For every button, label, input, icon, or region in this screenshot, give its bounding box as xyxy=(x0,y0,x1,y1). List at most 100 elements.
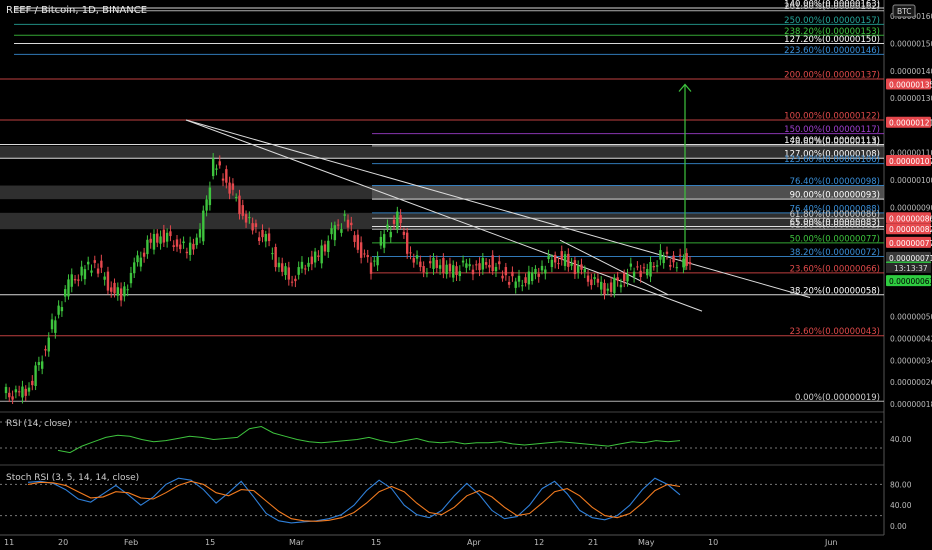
candle-body xyxy=(50,319,54,330)
price-tick-label: 0.00000018 xyxy=(890,400,932,409)
candle-body xyxy=(123,286,126,297)
zone-band xyxy=(0,145,884,159)
fib-level-label: 78.60%(0.00000113) xyxy=(790,137,880,147)
candle-body xyxy=(353,235,356,242)
currency-label: BTC xyxy=(897,7,912,16)
fib-level-label: 100.00%(0.00000122) xyxy=(784,111,880,121)
candle-body xyxy=(629,263,633,267)
candle-body xyxy=(484,262,488,265)
candle-body xyxy=(24,388,27,396)
candle-body xyxy=(415,255,419,259)
candle-body xyxy=(544,269,547,274)
candle-body xyxy=(304,268,307,270)
candle-body xyxy=(17,391,21,393)
candle-body xyxy=(534,268,537,274)
candle-body xyxy=(682,258,685,268)
candle-body xyxy=(504,267,508,276)
candle-body xyxy=(606,288,609,291)
candle-body xyxy=(340,229,343,233)
candle-body xyxy=(350,222,353,226)
candle-body xyxy=(80,266,83,276)
candle-body xyxy=(369,262,373,274)
candle-body xyxy=(409,252,412,254)
candle-body xyxy=(113,282,116,294)
candle-body xyxy=(537,273,540,277)
candle-body xyxy=(208,187,212,206)
candle-body xyxy=(626,274,629,282)
candle-body xyxy=(287,267,291,280)
candle-body xyxy=(379,236,383,246)
candle-body xyxy=(290,281,294,283)
candle-body xyxy=(475,264,478,266)
fib-level-label: 38.20%(0.00000058) xyxy=(790,286,880,296)
candle-body xyxy=(261,229,264,238)
candle-body xyxy=(162,229,166,243)
candle-body xyxy=(655,265,659,267)
candle-body xyxy=(63,289,67,297)
candle-body xyxy=(412,258,415,263)
candle-body xyxy=(119,288,123,301)
stoch-k-line xyxy=(27,477,681,524)
candle-body xyxy=(669,265,672,267)
candle-body xyxy=(103,276,106,280)
candle-body xyxy=(517,275,521,282)
candle-body xyxy=(47,337,50,352)
candle-body xyxy=(359,242,363,258)
candle-body xyxy=(448,263,452,272)
candle-body xyxy=(557,263,560,265)
candle-body xyxy=(274,246,277,268)
candle-body xyxy=(573,260,577,275)
candle-body xyxy=(402,231,406,235)
price-tag-label: 0.00000082 xyxy=(889,225,932,234)
candle-body xyxy=(146,239,149,255)
candle-body xyxy=(218,161,221,166)
fib-level-label: 61.80%(0.00000082) xyxy=(790,221,880,231)
time-tick-label: Feb xyxy=(124,538,138,547)
candle-body xyxy=(83,269,87,280)
candle-body xyxy=(382,234,386,248)
candle-body xyxy=(672,255,675,263)
price-tick-label: 0.00000026 xyxy=(890,378,932,387)
candle-body xyxy=(4,386,8,394)
candle-body xyxy=(254,223,258,227)
candle-body xyxy=(603,282,606,295)
candle-body xyxy=(320,245,323,264)
fib-level-label: 250.00%(0.00000157) xyxy=(784,16,880,26)
rsi-line xyxy=(57,425,681,454)
candle-body xyxy=(363,253,366,255)
candle-body xyxy=(494,266,498,272)
candle-body xyxy=(563,254,567,267)
candle-body xyxy=(507,281,511,285)
candle-body xyxy=(57,305,60,315)
candle-body xyxy=(455,266,458,275)
candle-body xyxy=(678,254,682,256)
candle-body xyxy=(688,262,692,265)
candle-body xyxy=(642,267,646,269)
candle-body xyxy=(313,251,317,263)
candle-body xyxy=(110,287,113,292)
candle-body xyxy=(133,262,136,274)
time-tick-label: Mar xyxy=(289,538,305,547)
candle-body xyxy=(234,197,238,199)
candle-body xyxy=(425,272,429,274)
candle-body xyxy=(87,261,90,265)
candle-body xyxy=(244,214,248,223)
candle-body xyxy=(96,268,100,274)
candle-body xyxy=(665,251,669,254)
time-tick-label: 11 xyxy=(4,538,14,547)
fib-level-label: 23.60%(0.00000066) xyxy=(790,264,880,274)
candle-body xyxy=(458,271,462,277)
candle-body xyxy=(152,233,156,250)
candle-body xyxy=(649,261,652,277)
candle-body xyxy=(310,256,314,265)
candle-body xyxy=(567,253,570,267)
candle-body xyxy=(336,224,340,226)
candle-body xyxy=(54,320,57,333)
candle-body xyxy=(527,271,531,285)
chart-title: REEF / Bitcoin, 1D, BINANCE xyxy=(6,5,147,16)
candle-body xyxy=(386,224,389,229)
candle-body xyxy=(70,274,73,287)
candle-body xyxy=(511,271,514,277)
candle-body xyxy=(188,242,192,255)
chart-canvas[interactable]: 140.00%(0.00000163)261.80%(0.00000162)25… xyxy=(0,0,932,550)
